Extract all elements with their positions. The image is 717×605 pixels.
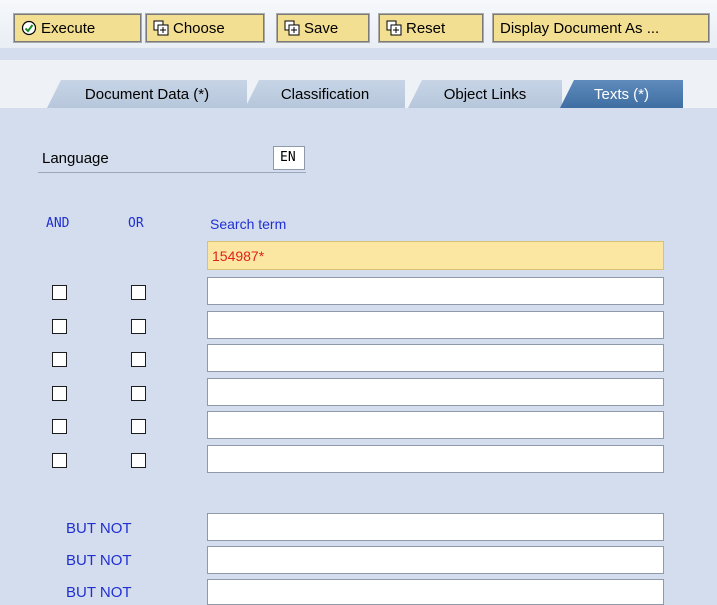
- language-divider: [38, 172, 306, 173]
- tab-texts[interactable]: Texts (*): [560, 80, 683, 108]
- tab-strip: Document Data (*) Classification Object …: [0, 60, 717, 108]
- tab-classification-label: Classification: [280, 85, 370, 103]
- application-toolbar: Execute Choose Save Reset Display Docume…: [0, 0, 717, 48]
- save-button[interactable]: Save: [276, 13, 370, 43]
- or-checkbox-1[interactable]: [131, 285, 146, 300]
- and-checkbox-2[interactable]: [52, 319, 67, 334]
- and-checkbox-5[interactable]: [52, 419, 67, 434]
- but-not-input-3[interactable]: [207, 579, 664, 605]
- language-field[interactable]: EN: [273, 146, 305, 170]
- but-not-input-1[interactable]: [207, 513, 664, 541]
- choose-icon: [153, 20, 169, 36]
- display-document-as-button[interactable]: Display Document As ...: [492, 13, 710, 43]
- or-checkbox-4[interactable]: [131, 386, 146, 401]
- reset-label: Reset: [406, 19, 446, 37]
- execute-icon: [21, 20, 37, 36]
- tab-object-links[interactable]: Object Links: [408, 80, 562, 108]
- choose-button[interactable]: Choose: [145, 13, 265, 43]
- and-checkbox-3[interactable]: [52, 352, 67, 367]
- save-label: Save: [304, 19, 339, 37]
- search-term-input-4[interactable]: [207, 344, 664, 372]
- but-not-label-3: BUT NOT: [66, 584, 132, 601]
- or-column-header: OR: [128, 216, 144, 231]
- tab-document-data[interactable]: Document Data (*): [47, 80, 247, 108]
- but-not-label-1: BUT NOT: [66, 520, 132, 537]
- search-term-input-2[interactable]: [207, 277, 664, 305]
- or-checkbox-3[interactable]: [131, 352, 146, 367]
- tab-object-links-label: Object Links: [443, 85, 527, 103]
- and-checkbox-1[interactable]: [52, 285, 67, 300]
- and-checkbox-4[interactable]: [52, 386, 67, 401]
- or-checkbox-6[interactable]: [131, 453, 146, 468]
- but-not-input-2[interactable]: [207, 546, 664, 574]
- search-term-input-7[interactable]: [207, 445, 664, 473]
- execute-label: Execute: [41, 19, 96, 37]
- search-term-input-1[interactable]: 154987*: [207, 241, 664, 270]
- execute-button[interactable]: Execute: [13, 13, 142, 43]
- search-term-header: Search term: [210, 216, 287, 232]
- or-checkbox-5[interactable]: [131, 419, 146, 434]
- search-term-input-3[interactable]: [207, 311, 664, 339]
- search-term-input-5[interactable]: [207, 378, 664, 406]
- and-column-header: AND: [46, 216, 70, 231]
- display-document-as-label: Display Document As ...: [500, 19, 660, 37]
- reset-button[interactable]: Reset: [378, 13, 484, 43]
- tab-document-data-label: Document Data (*): [84, 85, 210, 103]
- tab-classification[interactable]: Classification: [245, 80, 405, 108]
- search-term-input-6[interactable]: [207, 411, 664, 439]
- save-icon: [284, 20, 300, 36]
- but-not-label-2: BUT NOT: [66, 552, 132, 569]
- choose-label: Choose: [173, 19, 225, 37]
- and-checkbox-6[interactable]: [52, 453, 67, 468]
- or-checkbox-2[interactable]: [131, 319, 146, 334]
- reset-icon: [386, 20, 402, 36]
- tab-texts-label: Texts (*): [593, 85, 649, 103]
- language-label: Language: [42, 150, 109, 167]
